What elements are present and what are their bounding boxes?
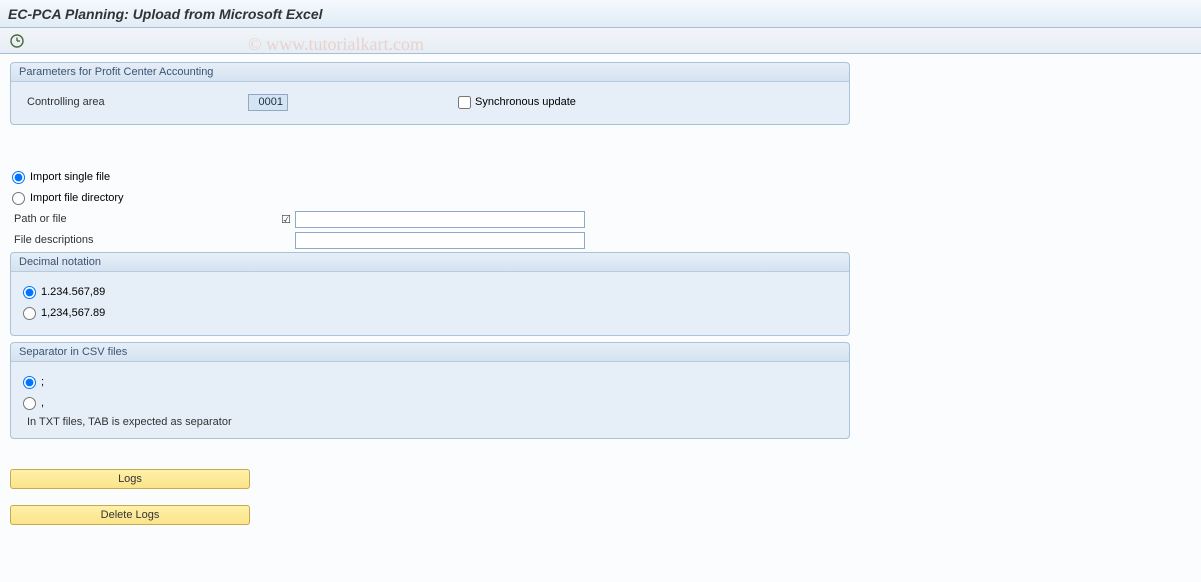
decimal-opt2-label: 1,234,567.89 — [41, 307, 105, 319]
separator-header: Separator in CSV files — [11, 343, 849, 362]
decimal-notation-header: Decimal notation — [11, 253, 849, 272]
path-or-file-input[interactable] — [295, 211, 585, 228]
controlling-area-label: Controlling area — [23, 96, 278, 108]
separator-opt2-wrap[interactable]: , — [23, 397, 44, 410]
parameters-group: Parameters for Profit Center Accounting … — [10, 62, 850, 125]
import-single-file-label: Import single file — [30, 171, 110, 183]
separator-opt1-label: ; — [41, 376, 44, 388]
import-directory-radio[interactable] — [12, 192, 25, 205]
import-directory-label: Import file directory — [30, 192, 124, 204]
decimal-opt2-wrap[interactable]: 1,234,567.89 — [23, 307, 105, 320]
decimal-opt1-wrap[interactable]: 1.234.567,89 — [23, 286, 105, 299]
content-area: Parameters for Profit Center Accounting … — [0, 54, 1201, 537]
separator-opt2-label: , — [41, 397, 44, 409]
delete-logs-button[interactable]: Delete Logs — [10, 505, 250, 525]
import-options: Import single file Import file directory… — [10, 161, 850, 249]
import-single-file-wrap[interactable]: Import single file — [12, 171, 110, 184]
decimal-notation-group: Decimal notation 1.234.567,89 1,234,567.… — [10, 252, 850, 336]
file-descriptions-label: File descriptions — [12, 234, 277, 246]
parameters-group-header: Parameters for Profit Center Accounting — [11, 63, 849, 82]
separator-group: Separator in CSV files ; , In TXT files,… — [10, 342, 850, 439]
execute-icon[interactable] — [8, 32, 26, 50]
separator-note: In TXT files, TAB is expected as separat… — [23, 416, 837, 428]
decimal-opt2-radio[interactable] — [23, 307, 36, 320]
toolbar — [0, 28, 1201, 54]
controlling-area-value[interactable]: 0001 — [248, 94, 288, 111]
path-check-icon: ☑ — [277, 213, 295, 226]
import-directory-wrap[interactable]: Import file directory — [12, 192, 124, 205]
synchronous-update-wrap[interactable]: Synchronous update — [458, 96, 576, 109]
separator-opt1-radio[interactable] — [23, 376, 36, 389]
decimal-opt1-radio[interactable] — [23, 286, 36, 299]
page-title: EC-PCA Planning: Upload from Microsoft E… — [8, 6, 323, 22]
title-bar: EC-PCA Planning: Upload from Microsoft E… — [0, 0, 1201, 28]
path-or-file-label: Path or file — [12, 213, 277, 225]
decimal-opt1-label: 1.234.567,89 — [41, 286, 105, 298]
synchronous-update-checkbox[interactable] — [458, 96, 471, 109]
separator-opt1-wrap[interactable]: ; — [23, 376, 44, 389]
separator-opt2-radio[interactable] — [23, 397, 36, 410]
logs-button[interactable]: Logs — [10, 469, 250, 489]
synchronous-update-label: Synchronous update — [475, 96, 576, 108]
import-single-file-radio[interactable] — [12, 171, 25, 184]
file-descriptions-input[interactable] — [295, 232, 585, 249]
